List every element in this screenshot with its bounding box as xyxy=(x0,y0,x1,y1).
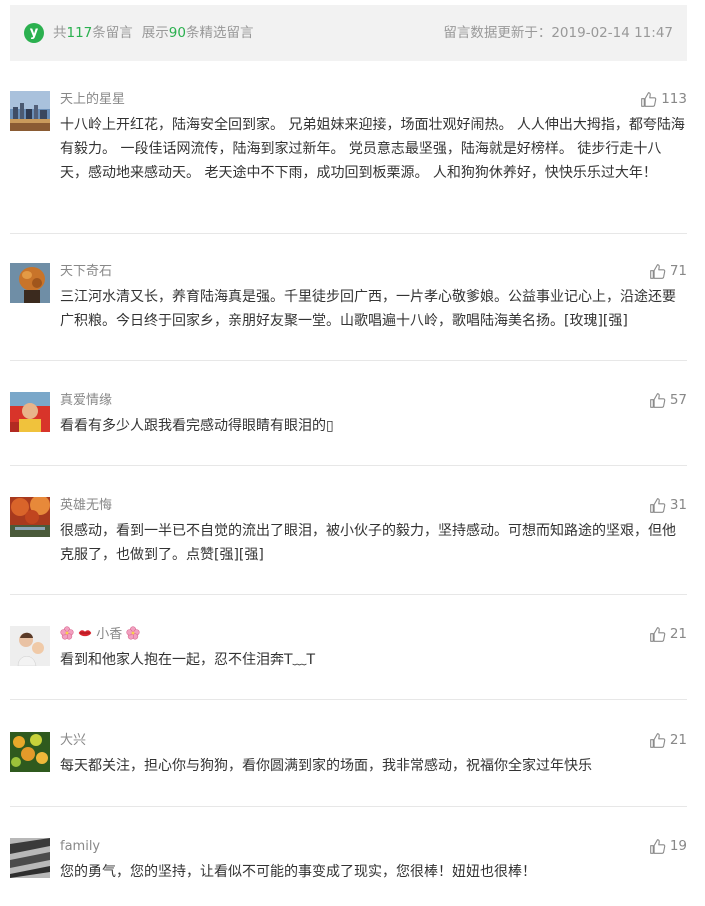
like-button[interactable]: 31 xyxy=(649,494,687,516)
thumbs-up-icon xyxy=(649,392,666,408)
thumbs-up-icon xyxy=(649,838,666,854)
total-prefix: 共 xyxy=(53,25,67,41)
cherry-blossom-icon xyxy=(126,626,141,640)
divider xyxy=(10,594,687,595)
comment-text: 每天都关注，担心你与狗狗，看你圆满到家的场面，我非常感动，祝福你全家过年快乐 xyxy=(60,758,592,774)
comment-nickname: family xyxy=(60,839,101,854)
like-button[interactable]: 19 xyxy=(649,835,687,857)
nickname-text: 小香 xyxy=(96,627,123,642)
like-count: 113 xyxy=(661,91,687,107)
cherry-blossom-icon xyxy=(60,626,74,640)
thumbs-up-icon xyxy=(641,91,657,107)
comment-text: 看看有多少人跟我看完感动得眼睛有眼泪的▯ xyxy=(60,418,334,434)
like-count: 71 xyxy=(669,263,687,279)
total-suffix: 条留言 xyxy=(92,25,133,41)
comment-nickname: 天上的星星 xyxy=(60,92,126,107)
like-button[interactable]: 21 xyxy=(649,623,687,645)
comment-nickname: 大兴 xyxy=(60,733,87,748)
like-button[interactable]: 71 xyxy=(649,260,687,282)
divider xyxy=(10,360,687,361)
like-count: 21 xyxy=(669,626,687,642)
avatar[interactable] xyxy=(10,497,50,537)
like-count: 57 xyxy=(669,392,687,408)
like-count: 19 xyxy=(669,838,687,854)
comment-nickname: 天下奇石 xyxy=(60,264,113,279)
avatar[interactable] xyxy=(10,392,50,432)
shown-count: 90 xyxy=(168,25,186,41)
like-count: 21 xyxy=(669,732,687,748)
comment-text: 很感动，看到一半已不自觉的流出了眼泪，被小伙子的毅力，坚持感动。可想而知路途的坚… xyxy=(60,523,676,563)
comment-text: 看到和他家人抱在一起，忍不住泪奔T﹏T xyxy=(60,652,316,668)
avatar[interactable] xyxy=(10,626,50,666)
thumbs-up-icon xyxy=(649,497,666,513)
comment-stats: 共117条留言 展示90条精选留言 xyxy=(53,24,253,42)
comment-text: 您的勇气，您的坚持，让看似不可能的事变成了现实，您很棒！妞妞也很棒！ xyxy=(60,864,536,880)
divider xyxy=(10,465,687,466)
thumbs-up-icon xyxy=(649,626,666,642)
thumbs-up-icon xyxy=(649,732,666,748)
avatar[interactable] xyxy=(10,838,50,878)
divider xyxy=(10,233,687,234)
total-count: 117 xyxy=(66,25,93,41)
avatar[interactable] xyxy=(10,91,50,131)
comment-text: 三江河水清又长，养育陆海真是强。千里徒步回广西，一片孝心敬爹娘。公益事业记心上，… xyxy=(60,289,676,329)
comment-nickname: 英雄无悔 xyxy=(60,498,113,513)
avatar[interactable] xyxy=(10,732,50,772)
like-button[interactable]: 21 xyxy=(649,729,687,751)
app-logo-icon: y xyxy=(24,23,44,43)
like-button[interactable]: 57 xyxy=(649,389,687,411)
lips-icon xyxy=(78,630,92,637)
divider xyxy=(10,699,687,700)
comment-nickname: 真爱情缘 xyxy=(60,393,113,408)
like-count: 31 xyxy=(669,497,687,513)
avatar[interactable] xyxy=(10,263,50,303)
shown-suffix: 条精选留言 xyxy=(185,25,254,41)
comments-summary-bar: y 共117条留言 展示90条精选留言 留言数据更新于：2019-02-14 11… xyxy=(10,5,687,61)
divider xyxy=(10,806,687,807)
comment-text: 十八岭上开红花，陆海安全回到家。 兄弟姐妹来迎接，场面壮观好闹热。 人人伸出大拇… xyxy=(60,117,685,181)
shown-prefix: 展示 xyxy=(141,25,169,41)
comment-nickname: 小香 xyxy=(60,626,141,644)
update-timestamp: 留言数据更新于：2019-02-14 11:47 xyxy=(443,25,673,41)
thumbs-up-icon xyxy=(649,263,666,279)
like-button[interactable]: 113 xyxy=(640,88,687,110)
